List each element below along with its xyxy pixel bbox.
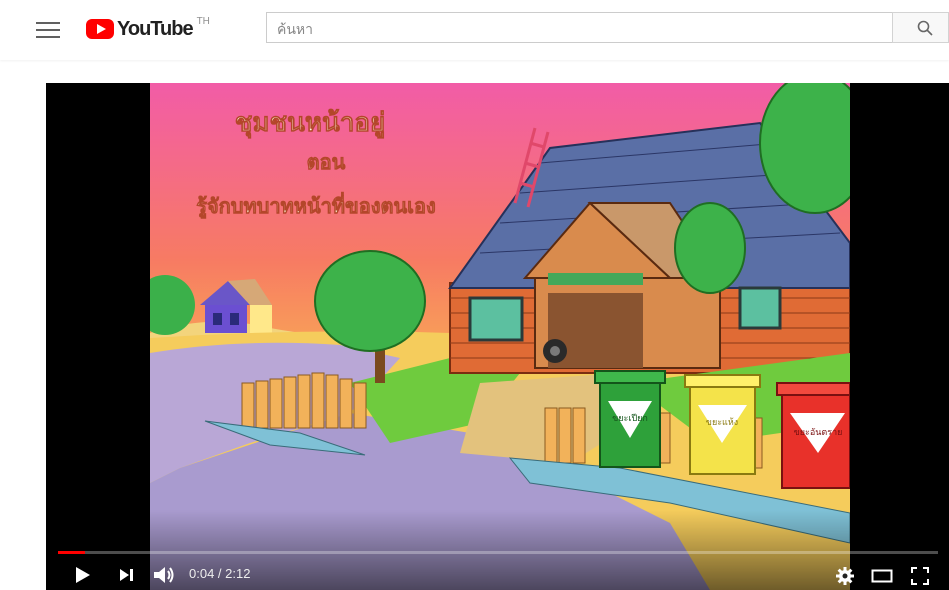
youtube-play-icon bbox=[86, 19, 114, 39]
settings-gear-icon[interactable] bbox=[835, 566, 855, 586]
logo-region-code: TH bbox=[196, 16, 210, 27]
progress-bar[interactable] bbox=[58, 551, 938, 554]
video-player[interactable]: ขยะเปียก ขยะแห้ง ขยะอันตราย ชุมชนหน้าอยู… bbox=[46, 83, 949, 590]
logo-brand-text: YouTube bbox=[117, 17, 194, 40]
play-icon[interactable] bbox=[74, 565, 92, 585]
menu-icon[interactable] bbox=[36, 19, 60, 41]
masthead: YouTube TH ค้นหา bbox=[0, 0, 949, 60]
overlay-title-line1: ชุมชนหน้าอยู่ bbox=[235, 108, 386, 139]
progress-played bbox=[58, 551, 86, 554]
bin-label-hazard: ขยะอันตราย bbox=[794, 428, 843, 438]
search-icon bbox=[917, 20, 933, 36]
next-icon[interactable] bbox=[118, 567, 134, 583]
overlay-title-line3: รู้จักบทบาทหน้าที่ของตนเอง bbox=[196, 191, 436, 220]
search-input[interactable]: ค้นหา bbox=[266, 12, 892, 43]
theater-mode-icon[interactable] bbox=[871, 568, 893, 584]
controls-gradient bbox=[46, 510, 949, 590]
search-button[interactable] bbox=[892, 12, 949, 43]
bin-label-wet: ขยะเปียก bbox=[612, 413, 648, 424]
youtube-logo[interactable]: YouTube TH bbox=[86, 16, 210, 42]
overlay-title-line2: ตอน bbox=[307, 150, 346, 174]
time-display: 0:04 / 2:12 bbox=[189, 566, 251, 581]
fullscreen-icon[interactable] bbox=[910, 566, 930, 586]
volume-icon[interactable] bbox=[152, 564, 176, 586]
bin-label-dry: ขยะแห้ง bbox=[706, 417, 738, 428]
